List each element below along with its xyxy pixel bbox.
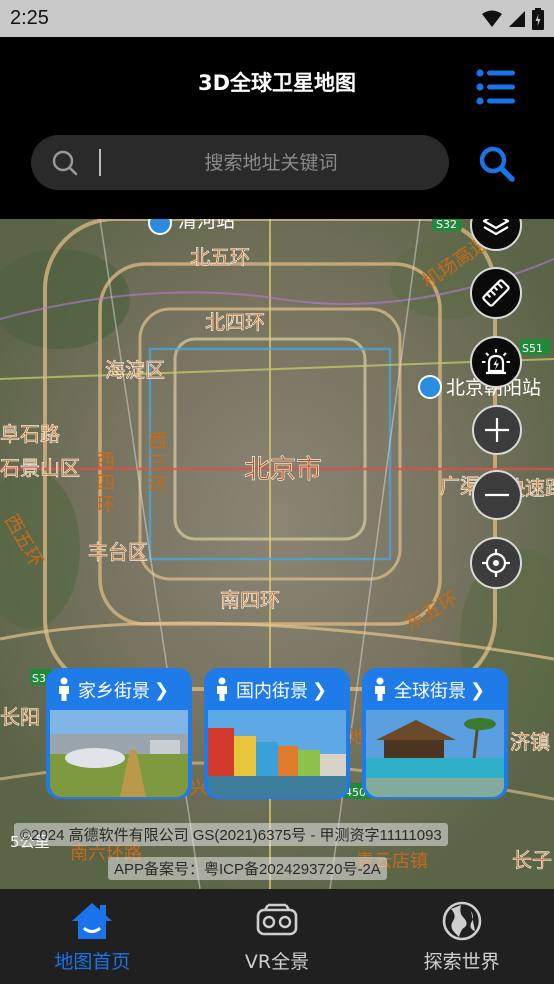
svg-text:海淀区: 海淀区 <box>105 358 165 382</box>
svg-text:西: 西 <box>148 430 167 452</box>
svg-text:北四环: 北四环 <box>205 310 265 334</box>
svg-text:清河站: 清河站 <box>178 219 235 232</box>
svg-text:北五环: 北五环 <box>190 245 250 269</box>
map-copyright: ©2024 高德软件有限公司 GS(2021)6375号 - 甲测资字11111… <box>14 823 448 846</box>
chevron-right-icon: ❯ <box>154 679 170 701</box>
svg-text:三: 三 <box>148 452 167 474</box>
svg-text:南四环: 南四环 <box>220 588 280 612</box>
nav-explore-world[interactable]: 探索世界 <box>369 889 554 984</box>
svg-text:石景山区: 石景山区 <box>0 456 80 480</box>
nav-label: 地图首页 <box>54 951 131 973</box>
card-label: 全球街景 <box>394 681 466 702</box>
svg-text:环: 环 <box>96 494 115 516</box>
svg-text:长子: 长子 <box>512 848 552 872</box>
plus-icon <box>485 418 509 442</box>
list-menu-icon <box>476 69 515 105</box>
menu-button[interactable] <box>476 69 516 105</box>
home-icon <box>72 903 113 939</box>
nav-vr-panorama[interactable]: VR全景 <box>185 889 370 984</box>
domestic-street-view-card[interactable]: 国内街景 ❯ <box>204 668 350 799</box>
nav-label: VR全景 <box>244 951 310 973</box>
person-icon <box>59 677 69 701</box>
minus-icon <box>485 493 509 497</box>
ruler-button[interactable] <box>470 267 522 319</box>
zoom-in-button[interactable] <box>472 405 522 455</box>
card-header: 家乡街景 ❯ <box>48 670 190 710</box>
chevron-right-icon: ❯ <box>312 679 328 701</box>
svg-text:四: 四 <box>96 472 115 494</box>
ruler-icon <box>482 279 510 307</box>
top-header: 3D全球卫星地图 <box>0 37 554 219</box>
status-bar: 2:25 <box>0 0 554 37</box>
text-caret <box>99 149 101 176</box>
search-icon <box>52 150 78 176</box>
global-street-view-card[interactable]: 全球街景 ❯ <box>362 668 508 799</box>
svg-text:S51: S51 <box>522 342 543 355</box>
app-title: 3D全球卫星地图 <box>197 71 357 95</box>
person-icon <box>375 677 385 701</box>
svg-text:环: 环 <box>148 474 167 496</box>
search-bar[interactable] <box>31 135 449 190</box>
svg-text:济镇: 济镇 <box>510 730 550 754</box>
battery-icon <box>532 7 544 30</box>
hometown-street-view-card[interactable]: 家乡街景 ❯ <box>46 668 192 799</box>
traffic-button[interactable] <box>470 336 522 388</box>
bottom-nav: 地图首页 VR全景 探索世界 <box>0 889 554 984</box>
icp-record[interactable]: APP备案号：粤ICP备2024293720号-2A <box>108 857 387 880</box>
status-icons <box>482 7 544 30</box>
person-icon <box>217 677 227 701</box>
crosshair-icon <box>482 549 510 577</box>
svg-text:丰台区: 丰台区 <box>88 540 148 564</box>
nav-label: 探索世界 <box>423 951 500 973</box>
svg-text:北京市: 北京市 <box>244 455 322 485</box>
svg-text:西: 西 <box>96 450 115 472</box>
signal-icon <box>509 10 525 27</box>
zoom-out-button[interactable] <box>472 470 522 520</box>
chevron-right-icon: ❯ <box>470 679 486 701</box>
wifi-icon <box>482 10 502 27</box>
layers-icon <box>482 219 510 236</box>
global-thumbnail <box>366 710 504 797</box>
status-time: 2:25 <box>10 7 49 29</box>
search-icon <box>479 146 515 182</box>
card-header: 全球街景 ❯ <box>364 670 506 710</box>
vr-headset-icon <box>256 903 298 936</box>
globe-icon <box>442 901 481 941</box>
satellite-map[interactable]: 北五环 北四环 海淀区 北京市 阜石路 石景山区 丰台区 南四环 广渠 快速路 … <box>0 219 554 889</box>
card-label: 国内街景 <box>236 681 308 702</box>
search-submit-button[interactable] <box>478 145 516 183</box>
svg-text:阜石路: 阜石路 <box>0 422 60 446</box>
locate-button[interactable] <box>470 537 522 589</box>
svg-text:S3: S3 <box>32 672 46 685</box>
svg-text:S32: S32 <box>436 219 457 231</box>
nav-map-home[interactable]: 地图首页 <box>0 889 185 984</box>
alarm-light-icon <box>482 349 510 375</box>
app-root: 2:25 3D全球卫星地图 搜索地址关键词 北五环 北四环 海淀区 北京市 阜石… <box>0 0 554 984</box>
domestic-thumbnail <box>208 710 346 797</box>
card-header: 国内街景 ❯ <box>206 670 348 710</box>
hometown-thumbnail <box>50 710 188 797</box>
svg-text:长阳: 长阳 <box>0 705 40 729</box>
search-input[interactable] <box>111 135 431 190</box>
card-label: 家乡街景 <box>78 681 150 702</box>
